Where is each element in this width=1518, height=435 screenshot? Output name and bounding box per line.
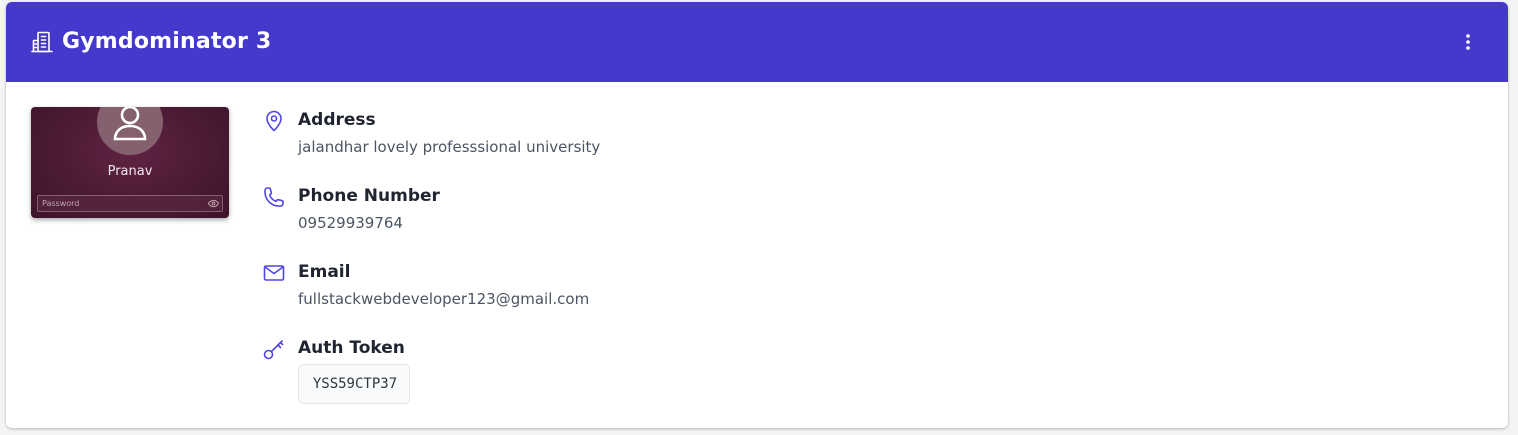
building-icon [30,30,54,54]
address-label: Address [298,110,376,130]
auth-token-value: YSS59CTP37 [312,376,398,392]
more-options-button[interactable] [1456,30,1480,54]
phone-icon [262,185,286,209]
auth-token-box: YSS59CTP37 [298,364,410,404]
login-screen-preview: Pranav Password [31,107,229,218]
address-value: jalandhar lovely professsional universit… [298,138,601,156]
password-field: Password [37,195,223,212]
user-icon [113,107,147,141]
email-value: fullstackwebdeveloper123@gmail.com [298,290,590,308]
auth-token-label: Auth Token [298,338,405,358]
gym-details-card: Gymdominator 3 Pranav Password Address j… [6,2,1508,428]
email-label: Email [298,262,351,282]
phone-row: Phone Number 09529939764 [262,185,862,235]
phone-label: Phone Number [298,186,440,206]
auth-token-row: Auth Token YSS59CTP37 [262,337,862,407]
email-row: Email fullstackwebdeveloper123@gmail.com [262,261,862,311]
avatar [97,107,163,155]
mail-icon [262,261,286,285]
location-pin-icon [262,109,286,133]
vertical-dots-icon [1466,34,1470,50]
password-placeholder: Password [42,199,80,208]
address-row: Address jalandhar lovely professsional u… [262,109,862,159]
key-icon [262,337,286,361]
eye-icon [208,199,219,208]
card-header: Gymdominator 3 [6,2,1508,82]
phone-value: 09529939764 [298,214,403,232]
preview-user-name: Pranav [107,164,153,179]
page-title: Gymdominator 3 [62,29,272,54]
